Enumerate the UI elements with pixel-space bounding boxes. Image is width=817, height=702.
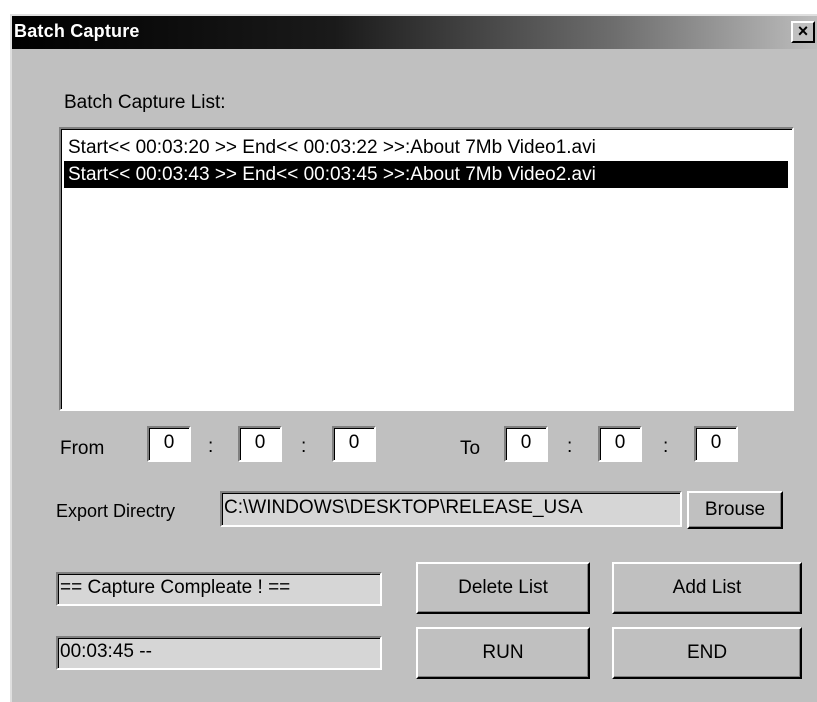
from-hours-input[interactable]: 0 [147, 426, 191, 462]
batch-capture-dialog: Batch Capture × Batch Capture List: Star… [10, 14, 817, 702]
from-separator-1: : [208, 436, 214, 457]
close-button[interactable]: × [791, 21, 815, 43]
from-minutes-input[interactable]: 0 [238, 426, 282, 462]
batch-list-label: Batch Capture List: [64, 92, 226, 113]
batch-capture-list[interactable]: Start<< 00:03:20 >> End<< 00:03:22 >>:Ab… [59, 127, 794, 411]
add-list-button[interactable]: Add List [612, 562, 802, 614]
close-icon: × [797, 21, 809, 41]
title-bar[interactable]: Batch Capture × [12, 16, 817, 49]
to-label: To [460, 438, 481, 459]
from-label: From [60, 438, 105, 459]
to-separator-2: : [663, 436, 669, 457]
capture-status-field: == Capture Compleate ! == [56, 572, 382, 606]
to-hours-input[interactable]: 0 [504, 426, 548, 462]
to-separator-1: : [567, 436, 573, 457]
from-separator-2: : [301, 436, 307, 457]
to-minutes-input[interactable]: 0 [598, 426, 642, 462]
list-item-1[interactable]: Start<< 00:03:43 >> End<< 00:03:45 >>:Ab… [64, 161, 788, 188]
export-directory-label: Export Directry [56, 501, 176, 521]
from-seconds-input[interactable]: 0 [332, 426, 376, 462]
delete-list-button[interactable]: Delete List [416, 562, 590, 614]
run-button[interactable]: RUN [416, 627, 590, 679]
export-directory-field[interactable]: C:\WINDOWS\DESKTOP\RELEASE_USA [220, 491, 682, 527]
end-button[interactable]: END [612, 627, 802, 679]
to-seconds-input[interactable]: 0 [694, 426, 738, 462]
list-item-0[interactable]: Start<< 00:03:20 >> End<< 00:03:22 >>:Ab… [64, 134, 788, 161]
capture-time-field: 00:03:45 -- [56, 636, 382, 670]
window-title: Batch Capture [14, 21, 140, 41]
browse-button[interactable]: Brouse [687, 491, 783, 529]
